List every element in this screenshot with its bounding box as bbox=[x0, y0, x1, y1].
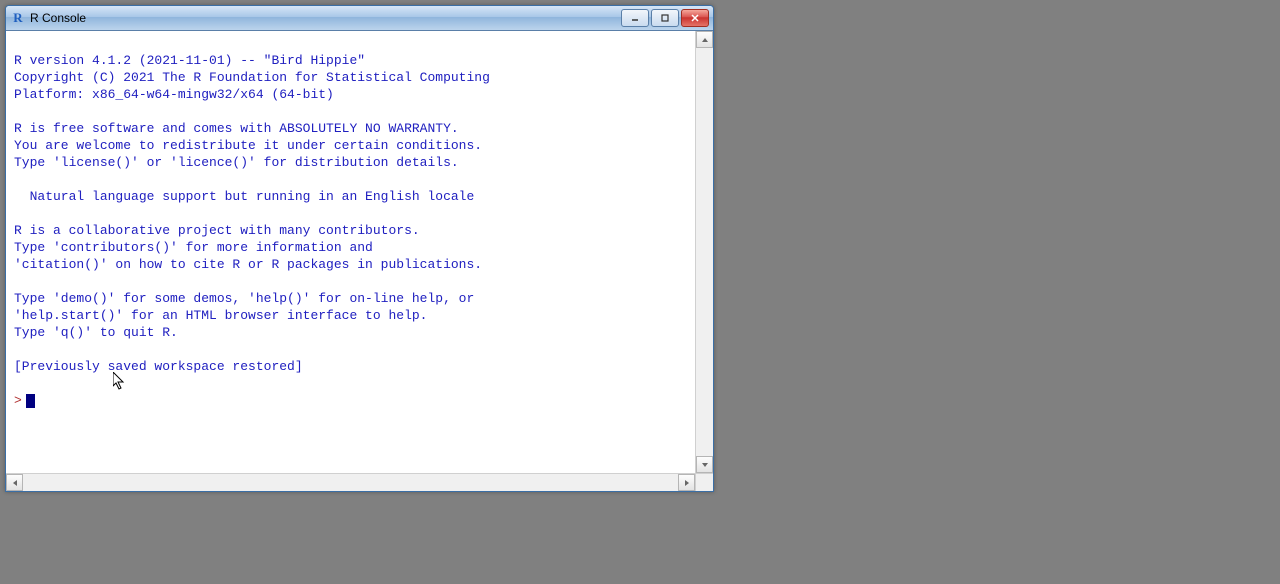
scroll-down-button[interactable] bbox=[696, 456, 713, 473]
vertical-scrollbar[interactable] bbox=[695, 31, 713, 473]
prompt-symbol: > bbox=[14, 392, 22, 409]
console-line: You are welcome to redistribute it under… bbox=[14, 138, 482, 153]
titlebar[interactable]: R R Console bbox=[6, 6, 713, 31]
console-line: R version 4.1.2 (2021-11-01) -- "Bird Hi… bbox=[14, 53, 365, 68]
scroll-left-button[interactable] bbox=[6, 474, 23, 491]
console-line: Type 'q()' to quit R. bbox=[14, 325, 178, 340]
scroll-up-button[interactable] bbox=[696, 31, 713, 48]
r-app-icon: R bbox=[10, 10, 26, 26]
console-line: Copyright (C) 2021 The R Foundation for … bbox=[14, 70, 490, 85]
horizontal-scrollbar-row bbox=[6, 473, 713, 491]
scrollbar-corner bbox=[695, 474, 713, 491]
desktop: R R Console R version 4.1.2 (2021-11-01)… bbox=[0, 0, 1280, 584]
text-cursor bbox=[26, 394, 35, 408]
scroll-right-button[interactable] bbox=[678, 474, 695, 491]
client-area: R version 4.1.2 (2021-11-01) -- "Bird Hi… bbox=[6, 31, 713, 473]
horizontal-scrollbar[interactable] bbox=[6, 474, 695, 491]
console-line: [Previously saved workspace restored] bbox=[14, 359, 303, 374]
scroll-track-horizontal[interactable] bbox=[23, 474, 678, 491]
minimize-button[interactable] bbox=[621, 9, 649, 27]
console-line: 'citation()' on how to cite R or R packa… bbox=[14, 257, 482, 272]
console-line: R is a collaborative project with many c… bbox=[14, 223, 420, 238]
console-line: Type 'contributors()' for more informati… bbox=[14, 240, 373, 255]
close-button[interactable] bbox=[681, 9, 709, 27]
console-line: Type 'demo()' for some demos, 'help()' f… bbox=[14, 291, 474, 306]
window-title: R Console bbox=[30, 11, 619, 25]
scroll-track-vertical[interactable] bbox=[696, 48, 713, 456]
console-line: R is free software and comes with ABSOLU… bbox=[14, 121, 459, 136]
r-console-window: R R Console R version 4.1.2 (2021-11-01)… bbox=[5, 5, 714, 492]
console-output[interactable]: R version 4.1.2 (2021-11-01) -- "Bird Hi… bbox=[6, 31, 695, 473]
console-line: Type 'license()' or 'licence()' for dist… bbox=[14, 155, 459, 170]
maximize-button[interactable] bbox=[651, 9, 679, 27]
prompt-line[interactable]: > bbox=[14, 392, 689, 409]
console-line: Natural language support but running in … bbox=[14, 189, 474, 204]
window-buttons bbox=[619, 9, 709, 27]
console-line: 'help.start()' for an HTML browser inter… bbox=[14, 308, 427, 323]
console-line: Platform: x86_64-w64-mingw32/x64 (64-bit… bbox=[14, 87, 334, 102]
